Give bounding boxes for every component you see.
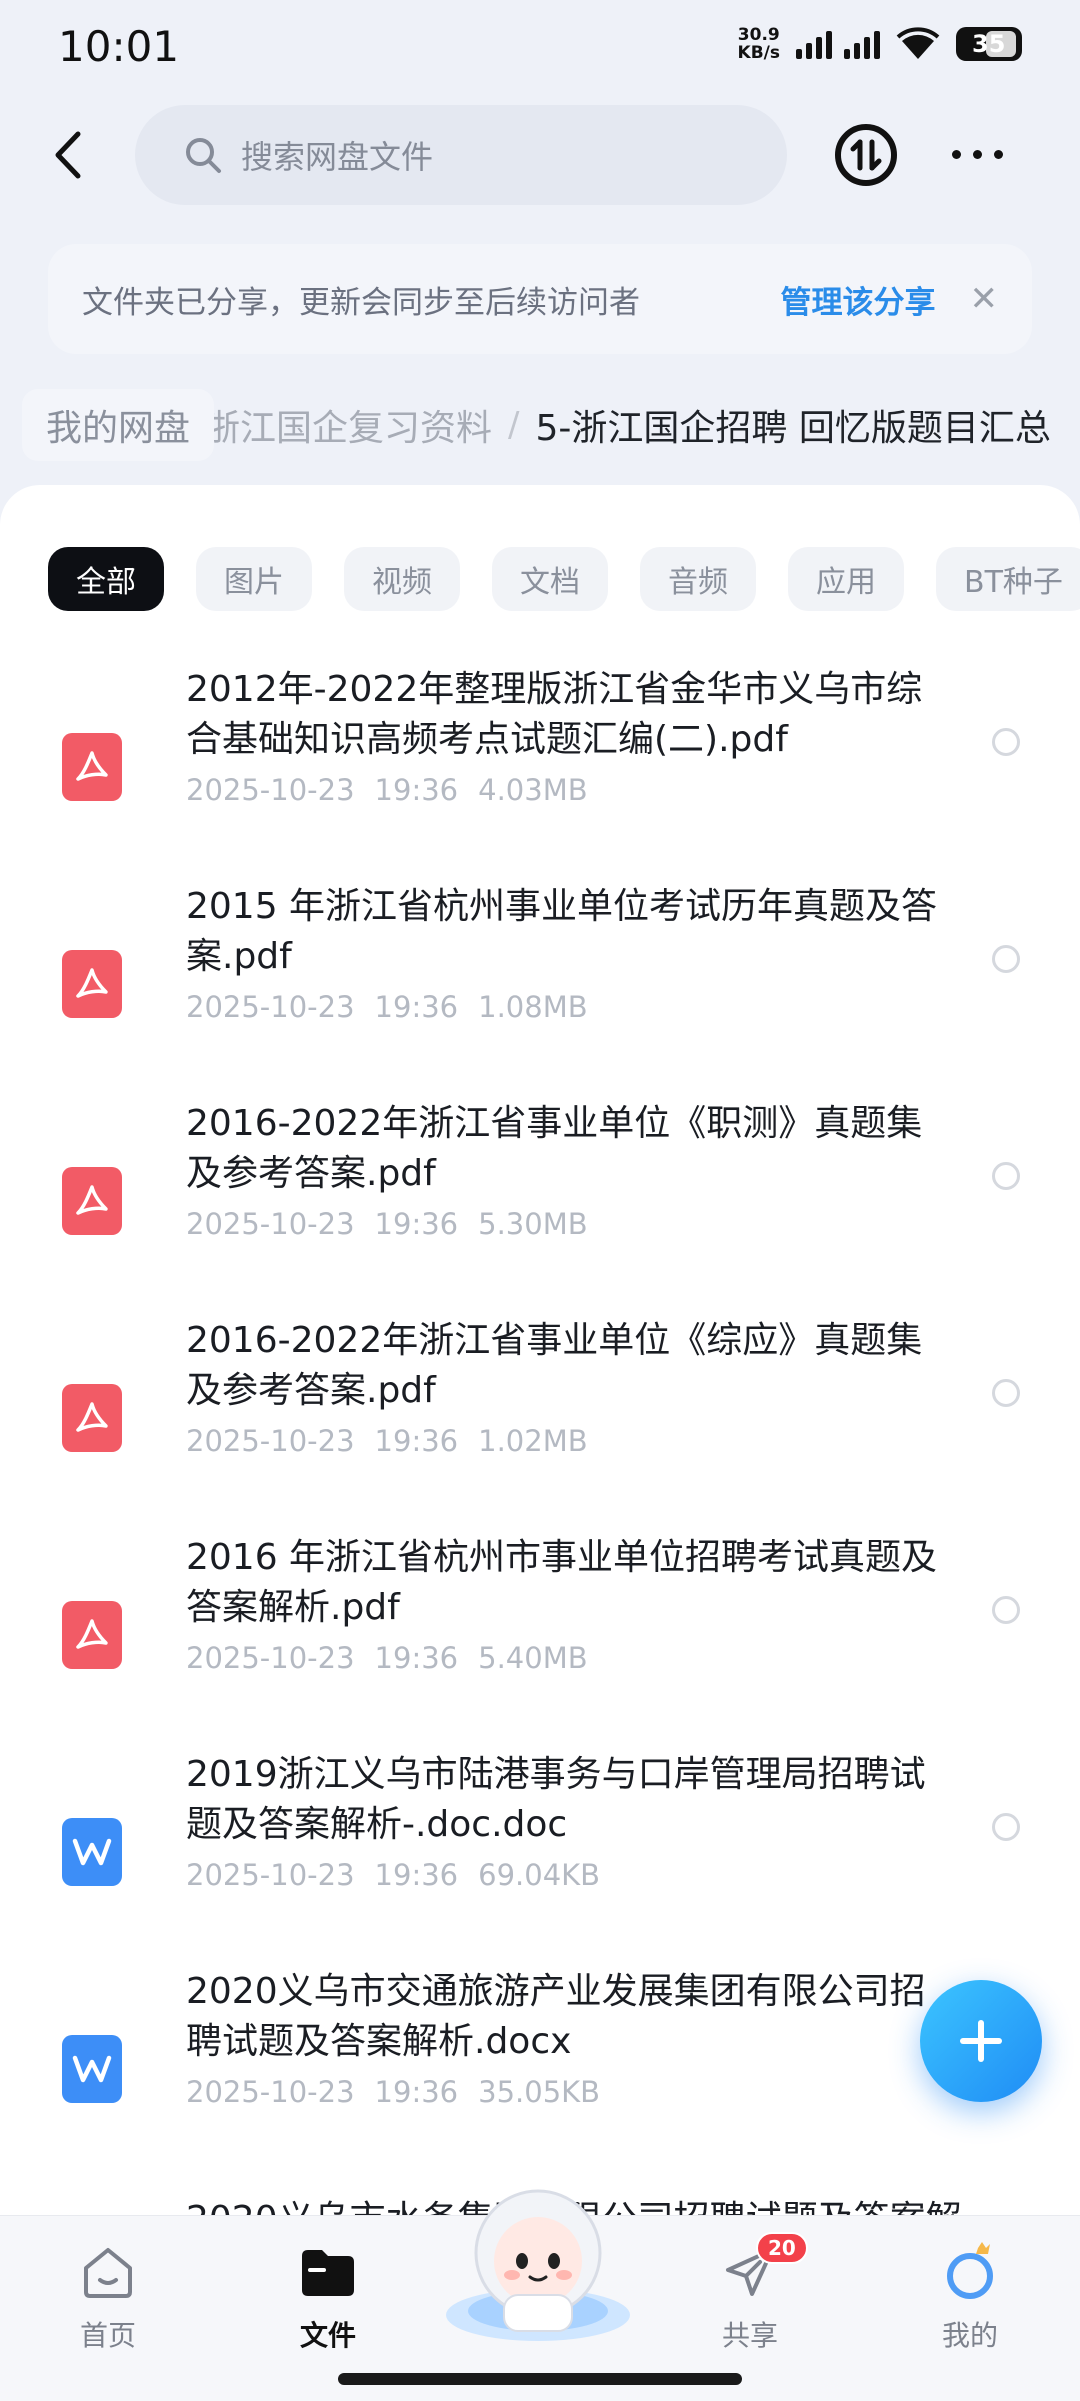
chip-all[interactable]: 全部	[48, 547, 164, 611]
search-icon	[186, 138, 221, 173]
chip-images[interactable]: 图片	[196, 547, 312, 611]
status-time: 10:01	[58, 22, 180, 71]
select-checkbox[interactable]	[992, 1379, 1020, 1407]
mascot-ai-button[interactable]	[440, 2165, 636, 2345]
tab-label: 我的	[941, 2319, 998, 2352]
pdf-file-icon	[62, 1167, 122, 1235]
back-arrow-icon	[55, 131, 81, 179]
tab-label: 共享	[721, 2319, 778, 2352]
tab-home[interactable]: 首页	[38, 2236, 178, 2354]
battery-icon: 35	[956, 27, 1022, 61]
more-options-button[interactable]	[952, 150, 1003, 159]
select-checkbox[interactable]	[992, 1596, 1020, 1624]
word-file-icon	[62, 2035, 122, 2103]
pdf-file-icon	[62, 1601, 122, 1669]
chip-videos[interactable]: 视频	[344, 547, 460, 611]
manage-share-link[interactable]: 管理该分享	[781, 277, 936, 322]
close-icon[interactable]: ✕	[970, 279, 999, 319]
transfer-arrows-icon	[850, 139, 882, 171]
tab-me[interactable]: 我的	[900, 2236, 1040, 2354]
file-meta: 2025-10-23 19:36 4.03MB	[186, 773, 588, 807]
tab-share[interactable]: 20 共享	[680, 2232, 820, 2354]
file-name: 2016 年浙江省杭州市事业单位招聘考试真题及答案解析.pdf	[186, 1537, 938, 1628]
wifi-icon	[896, 27, 940, 59]
chip-documents[interactable]: 文档	[492, 547, 608, 611]
pdf-file-icon	[62, 1384, 122, 1452]
add-button[interactable]	[920, 1980, 1042, 2102]
share-banner-text: 文件夹已分享，更新会同步至后续访问者	[82, 284, 640, 321]
file-meta: 2025-10-23 19:36 1.08MB	[186, 990, 588, 1024]
notification-badge: 20	[756, 2232, 808, 2264]
breadcrumb: 我的网盘 浙江国企复习资料 / 5-浙江国企招聘 回忆版题目汇总	[0, 385, 1080, 465]
file-row[interactable]: 2012年-2022年整理版浙江省金华市义乌市综合基础知识高频考点试题汇编(二)…	[0, 665, 1080, 882]
chip-bt[interactable]: BT种子	[936, 547, 1080, 611]
home-indicator	[338, 2373, 742, 2385]
network-speed: 30.9 KB/s	[737, 25, 780, 63]
status-icons: 30.9 KB/s 35	[738, 26, 1022, 62]
dot-icon	[952, 150, 961, 159]
status-bar: 10:01 30.9 KB/s 35	[0, 0, 1080, 100]
pdf-file-icon	[62, 733, 122, 801]
select-checkbox[interactable]	[992, 728, 1020, 756]
file-meta: 2025-10-23 19:36 69.04KB	[186, 1858, 601, 1892]
file-name: 2019浙江义乌市陆港事务与口岸管理局招聘试题及答案解析-.doc.doc	[186, 1754, 926, 1845]
file-meta: 2025-10-23 19:36 5.40MB	[186, 1641, 588, 1675]
chip-apps[interactable]: 应用	[788, 547, 904, 611]
breadcrumb-separator: /	[508, 405, 520, 445]
breadcrumb-current: 5-浙江国企招聘 回忆版题目汇总	[535, 408, 1051, 449]
tab-label: 文件	[299, 2319, 356, 2352]
word-file-icon	[62, 1818, 122, 1886]
dot-icon	[973, 150, 982, 159]
back-button[interactable]	[38, 125, 98, 185]
file-row[interactable]: 2016-2022年浙江省事业单位《综应》真题集及参考答案.pdf 2025-1…	[0, 1316, 1080, 1533]
chip-audio[interactable]: 音频	[640, 547, 756, 611]
file-meta: 2025-10-23 19:36 1.02MB	[186, 1424, 588, 1458]
signal-icon	[796, 29, 880, 59]
file-row[interactable]: 2020义乌市交通旅游产业发展集团有限公司招聘试题及答案解析.docx 2025…	[0, 1967, 1080, 2184]
share-banner: 文件夹已分享，更新会同步至后续访问者 管理该分享 ✕	[48, 244, 1032, 354]
file-row[interactable]: 2016-2022年浙江省事业单位《职测》真题集及参考答案.pdf 2025-1…	[0, 1099, 1080, 1316]
dot-icon	[994, 150, 1003, 159]
select-checkbox[interactable]	[992, 1813, 1020, 1841]
file-panel: 全部 图片 视频 文档 音频 应用 BT种子 2012年-2022年整理版浙江省…	[0, 485, 1080, 2215]
select-checkbox[interactable]	[992, 945, 1020, 973]
file-name: 2020义乌市交通旅游产业发展集团有限公司招聘试题及答案解析.docx	[186, 1971, 926, 2062]
tab-files[interactable]: 文件	[258, 2236, 398, 2354]
transfer-button[interactable]	[835, 124, 897, 186]
tab-label: 首页	[79, 2319, 136, 2352]
breadcrumb-middle[interactable]: 浙江国企复习资料	[204, 399, 492, 451]
file-row[interactable]: 2016 年浙江省杭州市事业单位招聘考试真题及答案解析.pdf 2025-10-…	[0, 1533, 1080, 1750]
select-checkbox[interactable]	[992, 1162, 1020, 1190]
file-name: 2012年-2022年整理版浙江省金华市义乌市综合基础知识高频考点试题汇编(二)…	[186, 669, 923, 760]
breadcrumb-root[interactable]: 我的网盘	[22, 389, 215, 461]
profile-icon	[947, 2242, 993, 2299]
file-name: 2016-2022年浙江省事业单位《综应》真题集及参考答案.pdf	[186, 1320, 923, 1411]
file-row[interactable]: 2015 年浙江省杭州事业单位考试历年真题及答案.pdf 2025-10-23 1…	[0, 882, 1080, 1099]
filter-chips: 全部 图片 视频 文档 音频 应用 BT种子	[48, 547, 1080, 611]
pdf-file-icon	[62, 950, 122, 1018]
plus-icon	[960, 2020, 1002, 2062]
file-row[interactable]: 2019浙江义乌市陆港事务与口岸管理局招聘试题及答案解析-.doc.doc 20…	[0, 1750, 1080, 1967]
search-placeholder: 搜索网盘文件	[241, 138, 434, 176]
file-name: 2015 年浙江省杭州事业单位考试历年真题及答案.pdf	[186, 886, 938, 977]
folder-icon	[302, 2250, 354, 2296]
file-list: 2012年-2022年整理版浙江省金华市义乌市综合基础知识高频考点试题汇编(二)…	[0, 665, 1080, 2184]
search-input[interactable]: 搜索网盘文件	[135, 105, 787, 205]
home-icon	[84, 2248, 132, 2298]
file-meta: 2025-10-23 19:36 35.05KB	[186, 2075, 601, 2109]
file-meta: 2025-10-23 19:36 5.30MB	[186, 1207, 588, 1241]
file-name: 2016-2022年浙江省事业单位《职测》真题集及参考答案.pdf	[186, 1103, 923, 1194]
